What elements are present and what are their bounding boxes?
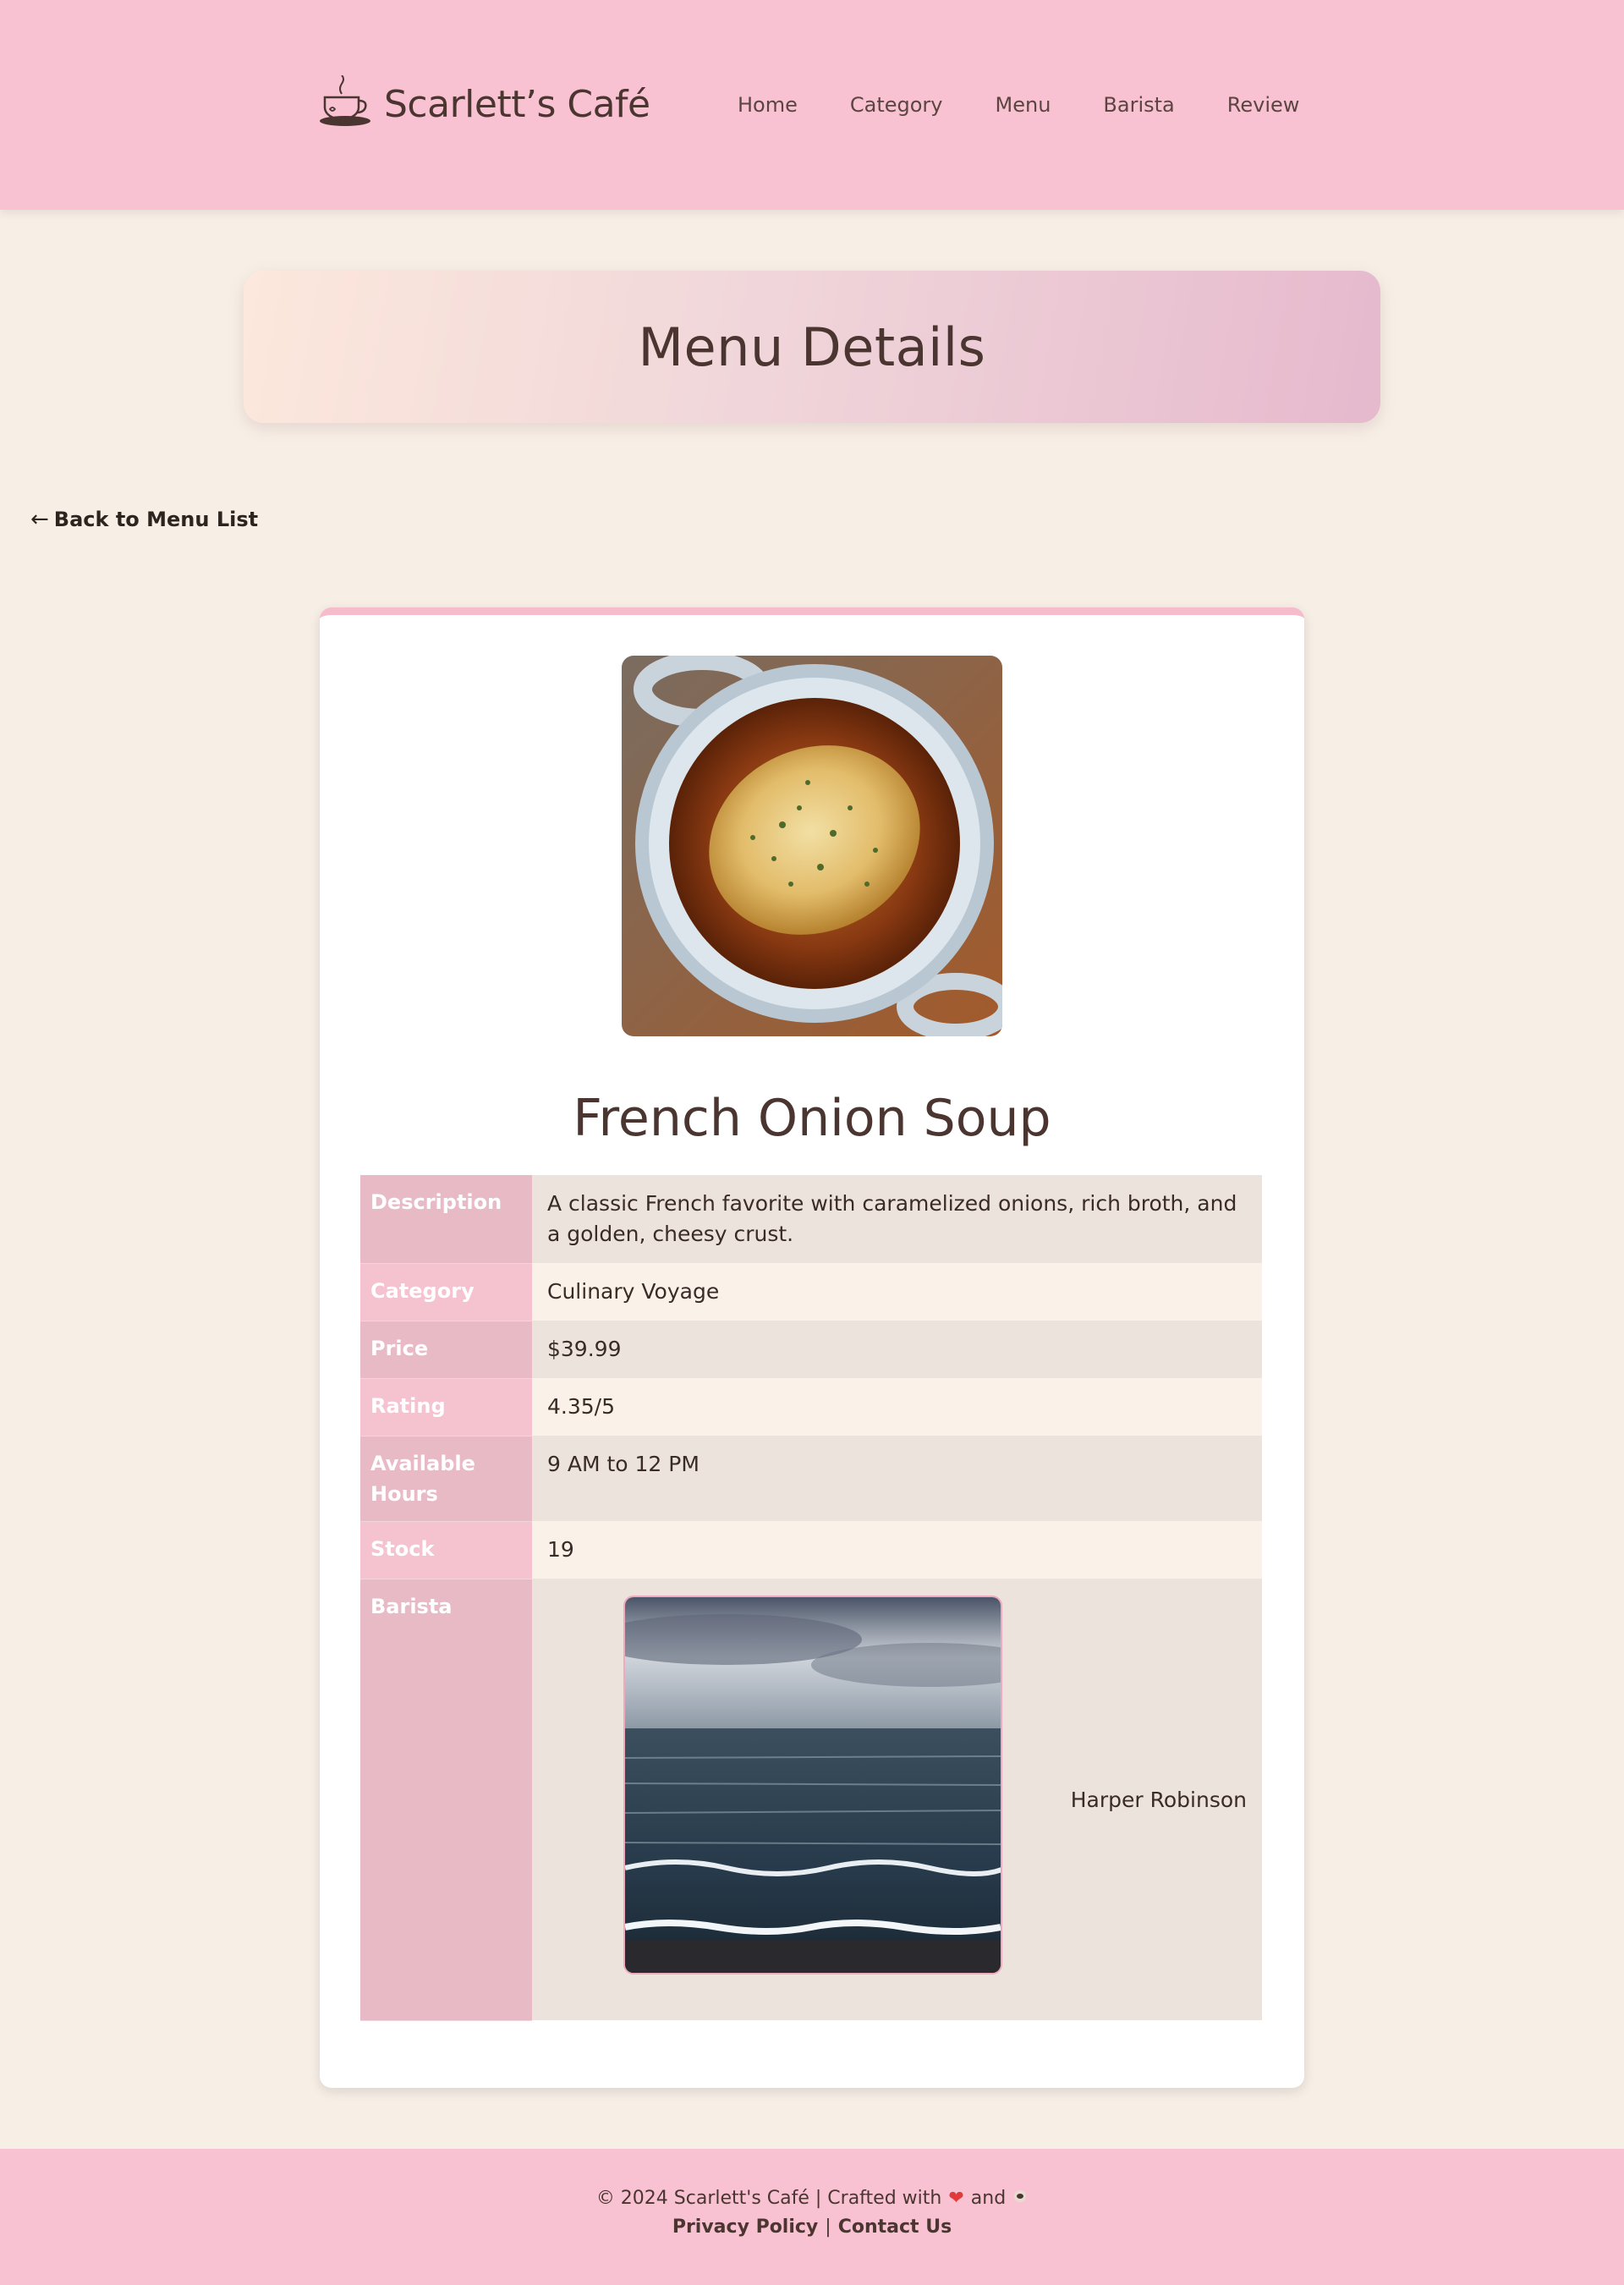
nav-home[interactable]: Home xyxy=(738,93,798,117)
coffee-cup-icon xyxy=(318,74,372,133)
arrow-left-icon: ← xyxy=(30,507,49,532)
row-value: 9 AM to 12 PM xyxy=(532,1436,1262,1521)
site-footer: © 2024 Scarlett's Café | Crafted with ❤ … xyxy=(0,2149,1624,2285)
table-row: Stock 19 xyxy=(360,1521,1262,1579)
row-label: Rating xyxy=(360,1378,532,1436)
page-banner: Menu Details xyxy=(244,271,1380,423)
row-value: A classic French favorite with carameliz… xyxy=(532,1175,1262,1263)
row-label: Available Hours xyxy=(360,1436,532,1522)
table-row: Barista Harper Robinson xyxy=(360,1579,1262,2021)
row-label: Barista xyxy=(360,1579,532,2021)
table-row: Description A classic French favorite wi… xyxy=(360,1175,1262,1264)
heart-icon: ❤ xyxy=(948,2188,964,2209)
table-row: Rating 4.35/5 xyxy=(360,1378,1262,1436)
site-header: Scarlett’s Café Home Category Menu Baris… xyxy=(0,0,1624,210)
nav-review[interactable]: Review xyxy=(1227,93,1300,117)
page-title: Menu Details xyxy=(638,316,986,378)
row-value: 4.35/5 xyxy=(532,1378,1262,1436)
footer-links: Privacy Policy | Contact Us xyxy=(0,2216,1624,2238)
french-onion-soup-photo xyxy=(622,656,1002,1036)
back-to-menu-list-link[interactable]: ← Back to Menu List xyxy=(30,504,258,535)
row-value: $39.99 xyxy=(532,1321,1262,1378)
and-text: and xyxy=(970,2188,1007,2209)
contact-us-link[interactable]: Contact Us xyxy=(838,2216,952,2238)
table-row: Available Hours 9 AM to 12 PM xyxy=(360,1436,1262,1522)
barista-name: Harper Robinson xyxy=(1070,1788,1247,1812)
row-label: Price xyxy=(360,1321,532,1379)
main-nav: Home Category Menu Barista Review xyxy=(738,91,1299,118)
logo-text: Scarlett’s Café xyxy=(384,82,650,126)
table-row: Category Culinary Voyage xyxy=(360,1263,1262,1321)
table-row: Price $39.99 xyxy=(360,1321,1262,1379)
privacy-policy-link[interactable]: Privacy Policy xyxy=(672,2216,818,2238)
menu-detail-card: French Onion Soup Description A classic … xyxy=(320,607,1304,2088)
row-value: 19 xyxy=(532,1521,1262,1579)
row-label: Description xyxy=(360,1175,532,1264)
back-link-label: Back to Menu List xyxy=(53,508,259,531)
logo-link[interactable]: Scarlett’s Café xyxy=(318,74,650,134)
nav-menu[interactable]: Menu xyxy=(996,93,1051,117)
ocean-seascape-photo[interactable] xyxy=(623,1596,1002,1975)
footer-copyright: © 2024 Scarlett's Café | Crafted with ❤ … xyxy=(0,2188,1624,2209)
menu-details-table: Description A classic French favorite wi… xyxy=(360,1175,1262,2021)
row-label: Stock xyxy=(360,1521,532,1579)
nav-category[interactable]: Category xyxy=(850,93,943,117)
barista-cell: Harper Robinson xyxy=(532,1579,1262,2020)
copyright-text: © 2024 Scarlett's Café | Crafted with xyxy=(595,2188,942,2209)
nav-barista[interactable]: Barista xyxy=(1103,93,1174,117)
row-label: Category xyxy=(360,1263,532,1321)
footer-separator: | xyxy=(825,2216,831,2238)
row-value: Culinary Voyage xyxy=(532,1263,1262,1321)
coffee-bean-icon xyxy=(1012,2188,1028,2209)
dish-title: French Onion Soup xyxy=(573,1089,1051,1148)
